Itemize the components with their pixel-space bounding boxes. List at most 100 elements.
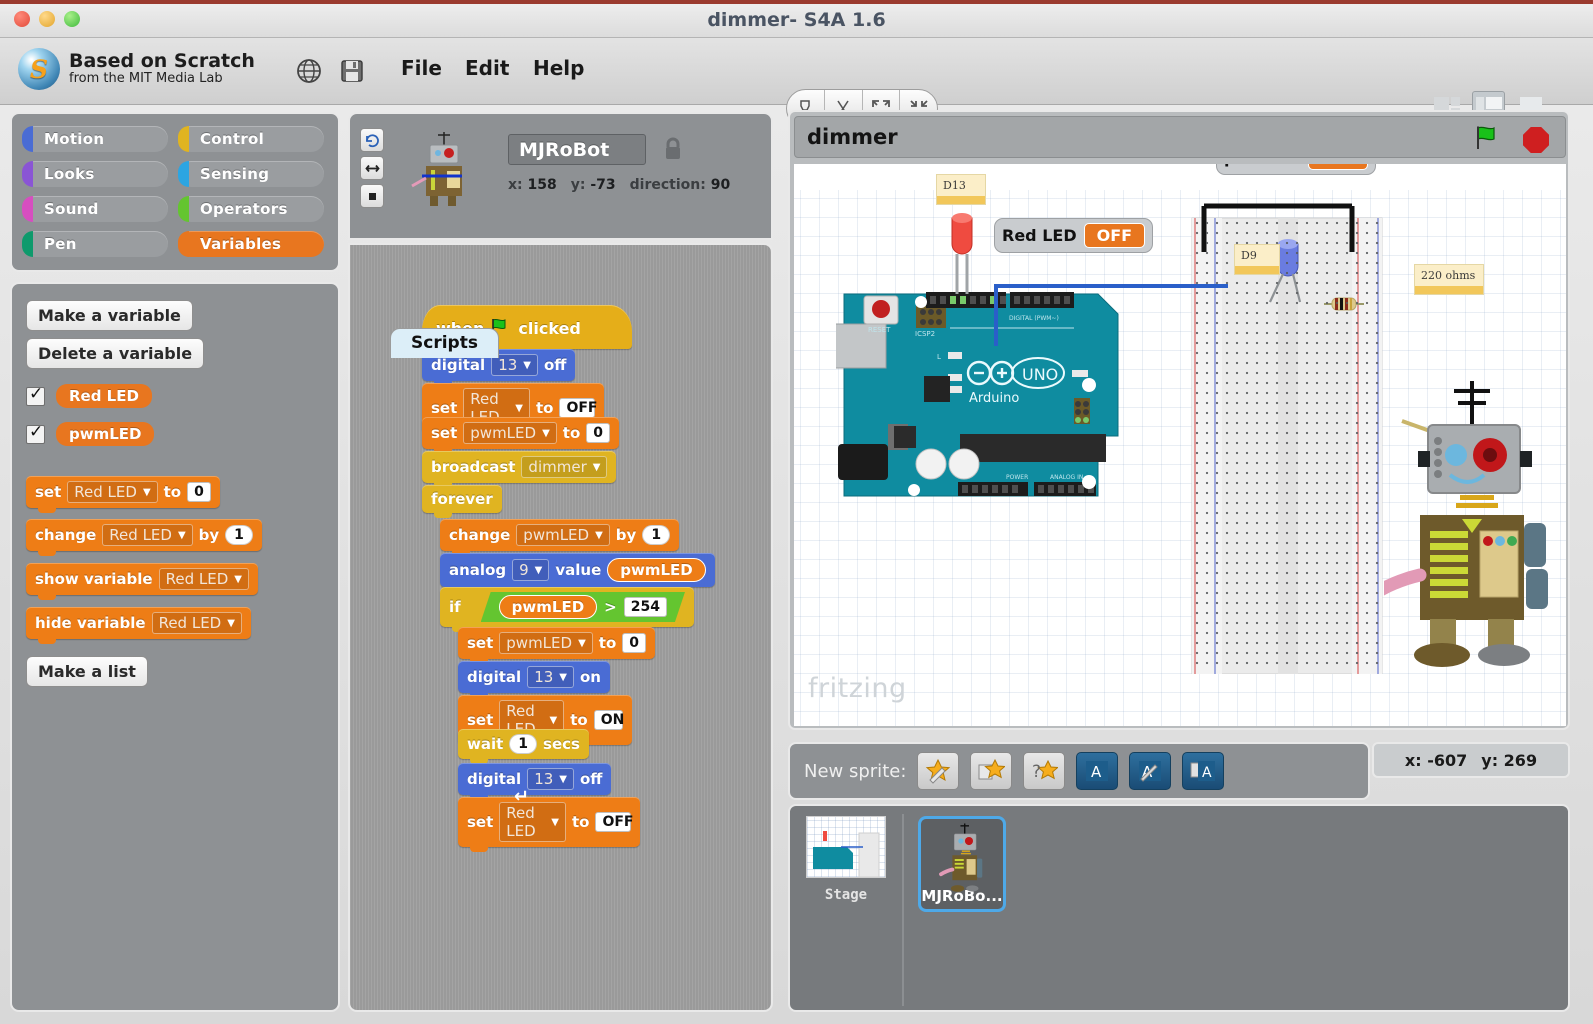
green-flag-button[interactable] bbox=[1475, 125, 1503, 155]
script-block-if-block[interactable]: if pwmLED >254 bbox=[440, 587, 694, 632]
block-body[interactable]: digital 13 ▼ off bbox=[458, 763, 612, 800]
block-dropdown[interactable]: pwmLED ▼ bbox=[463, 422, 557, 444]
block-dropdown[interactable]: dimmer ▼ bbox=[521, 456, 608, 478]
block-body[interactable]: wait 1 secs bbox=[458, 729, 589, 764]
block-dropdown[interactable]: pwmLED ▼ bbox=[499, 632, 593, 654]
block-text-input[interactable]: OFF bbox=[559, 398, 597, 418]
choose-new-sprite-icon[interactable] bbox=[970, 752, 1013, 790]
block-dropdown[interactable]: 13 ▼ bbox=[527, 768, 574, 790]
lock-icon[interactable] bbox=[662, 136, 684, 166]
new-sprite-a-icon[interactable]: A bbox=[1076, 752, 1119, 790]
block-body[interactable]: change pwmLED ▼ by 1 bbox=[440, 519, 680, 556]
menu-help[interactable]: Help bbox=[533, 56, 584, 80]
block-dropdown[interactable]: 13 ▼ bbox=[527, 666, 574, 688]
script-block-set-redled-off-b[interactable]: set Red LED ▼ to OFF bbox=[458, 797, 640, 852]
change-variable-dropdown[interactable]: Red LED ▼ bbox=[102, 524, 193, 546]
script-block-set-pwmled-0[interactable]: set pwmLED ▼ to 0 bbox=[422, 417, 620, 454]
block-dropdown[interactable]: 9 ▼ bbox=[512, 559, 550, 581]
variable-checkbox-red-led[interactable] bbox=[26, 384, 45, 406]
paint-sprite-a-icon[interactable]: A bbox=[1129, 752, 1172, 790]
save-disk-icon[interactable] bbox=[337, 56, 367, 86]
sprite-cell-mjrobot[interactable]: MJRoBo... bbox=[918, 816, 1006, 912]
scripts-pane[interactable]: when clicked digital13▼offsetRed LED▼toO… bbox=[348, 243, 773, 1012]
stop-sign-button[interactable] bbox=[1523, 127, 1549, 153]
delete-a-variable-button[interactable]: Delete a variable bbox=[26, 338, 205, 369]
menu-file[interactable]: File bbox=[401, 56, 442, 80]
palette-block-show-variable[interactable]: show variable Red LED ▼ bbox=[26, 563, 258, 600]
block-text-input[interactable]: OFF bbox=[595, 812, 633, 832]
category-control[interactable]: Control bbox=[178, 126, 324, 152]
variable-pill-pwmled[interactable]: pwmLED bbox=[56, 422, 155, 446]
stage-thumbnail-cell[interactable]: Stage bbox=[798, 816, 894, 966]
globe-icon[interactable] bbox=[294, 56, 324, 86]
script-block-digital-13-on[interactable]: digital 13 ▼ on bbox=[458, 661, 610, 698]
block-body[interactable]: forever bbox=[422, 485, 502, 518]
block-label: change bbox=[449, 526, 511, 544]
script-block-set-pwmled-0b[interactable]: set pwmLED ▼ to 0 bbox=[458, 627, 656, 664]
script-block-analog-value[interactable]: analog 9 ▼ value pwmLED bbox=[440, 553, 715, 592]
block-dropdown[interactable]: pwmLED ▼ bbox=[516, 524, 610, 546]
script-block-wait-1-secs[interactable]: wait 1 secs bbox=[458, 729, 589, 764]
sprite-name-field[interactable]: MJRoBot bbox=[508, 134, 646, 165]
block-body[interactable]: analog 9 ▼ value pwmLED bbox=[440, 553, 715, 592]
variable-pill-red-led[interactable]: Red LED bbox=[56, 384, 152, 408]
block-text-input[interactable]: ON bbox=[593, 710, 624, 730]
watcher-red-led[interactable]: Red LED OFF bbox=[994, 218, 1154, 253]
script-block-forever[interactable]: forever bbox=[422, 485, 502, 518]
category-label: Pen bbox=[44, 235, 77, 253]
variable-checkbox-pwmled[interactable] bbox=[26, 422, 45, 444]
note-220-ohms: 220 ohms bbox=[1414, 264, 1484, 295]
predicate-left-operand[interactable]: pwmLED bbox=[499, 595, 597, 619]
category-pen[interactable]: Pen bbox=[22, 231, 168, 257]
chevron-down-icon: ▼ bbox=[177, 529, 186, 541]
block-body[interactable]: digital 13 ▼ on bbox=[458, 661, 610, 698]
block-text-input[interactable]: 0 bbox=[586, 423, 611, 443]
rotate-left-right-icon[interactable] bbox=[360, 156, 384, 180]
import-sprite-icon[interactable]: A bbox=[1182, 752, 1225, 790]
set-value-input[interactable]: 0 bbox=[187, 482, 211, 502]
block-body[interactable]: set Red LED ▼ to OFF bbox=[458, 797, 640, 852]
palette-block-set-variable[interactable]: set Red LED ▼ to 0 bbox=[26, 476, 220, 513]
block-text-input[interactable]: 0 bbox=[622, 633, 647, 653]
script-block-digital-13-off[interactable]: digital 13 ▼ off bbox=[458, 763, 612, 800]
category-sensing[interactable]: Sensing bbox=[178, 161, 324, 187]
make-a-variable-button[interactable]: Make a variable bbox=[26, 300, 193, 331]
category-motion[interactable]: Motion bbox=[22, 126, 168, 152]
stage-panel: dimmer fritzing RESET ICSP2 DIGITAL (PWM… bbox=[788, 110, 1570, 730]
block-body[interactable]: if pwmLED >254 bbox=[440, 587, 694, 632]
chevron-down-icon: ▼ bbox=[551, 816, 559, 828]
category-looks[interactable]: Looks bbox=[22, 161, 168, 187]
mjrobot-sprite[interactable] bbox=[1384, 379, 1554, 674]
block-dropdown[interactable]: Red LED ▼ bbox=[499, 802, 566, 842]
random-sprite-icon[interactable]: ? bbox=[1023, 752, 1066, 790]
tab-scripts[interactable]: Scripts bbox=[390, 328, 499, 358]
stage-canvas[interactable]: fritzing RESET ICSP2 DIGITAL (PWM~) UNO … bbox=[794, 164, 1566, 726]
rotate-all-around-icon[interactable] bbox=[360, 128, 384, 152]
palette-block-hide-variable[interactable]: hide variable Red LED ▼ bbox=[26, 607, 251, 644]
greater-than-predicate[interactable]: pwmLED >254 bbox=[481, 592, 685, 622]
category-sound[interactable]: Sound bbox=[22, 196, 168, 222]
paint-new-sprite-icon[interactable] bbox=[917, 752, 960, 790]
category-variables[interactable]: Variables bbox=[178, 231, 324, 257]
hide-variable-dropdown[interactable]: Red LED ▼ bbox=[151, 612, 242, 634]
watcher-pwmled[interactable]: pwmLED 147 bbox=[1216, 164, 1376, 175]
category-operators[interactable]: Operators bbox=[178, 196, 324, 222]
menu-edit[interactable]: Edit bbox=[465, 56, 509, 80]
block-body[interactable]: broadcast dimmer ▼ bbox=[422, 451, 617, 488]
script-block-broadcast-dimmer[interactable]: broadcast dimmer ▼ bbox=[422, 451, 617, 488]
variable-row-pwmled: pwmLED bbox=[26, 422, 155, 446]
change-value-input[interactable]: 1 bbox=[225, 525, 253, 545]
script-block-change-pwmled[interactable]: change pwmLED ▼ by 1 bbox=[440, 519, 680, 556]
make-a-list-button[interactable]: Make a list bbox=[26, 656, 148, 687]
block-body[interactable]: set pwmLED ▼ to 0 bbox=[458, 627, 656, 664]
palette-block-change-variable[interactable]: change Red LED ▼ by 1 bbox=[26, 519, 262, 556]
note-d13: D13 bbox=[936, 174, 986, 205]
predicate-right-operand[interactable]: 254 bbox=[624, 597, 667, 617]
set-variable-dropdown[interactable]: Red LED ▼ bbox=[67, 481, 158, 503]
variable-reporter[interactable]: pwmLED bbox=[607, 558, 706, 582]
block-body[interactable]: set pwmLED ▼ to 0 bbox=[422, 417, 620, 454]
block-number-input[interactable]: 1 bbox=[642, 525, 671, 545]
block-number-input[interactable]: 1 bbox=[509, 734, 538, 754]
show-variable-dropdown[interactable]: Red LED ▼ bbox=[158, 568, 249, 590]
rotate-none-icon[interactable] bbox=[360, 184, 384, 208]
